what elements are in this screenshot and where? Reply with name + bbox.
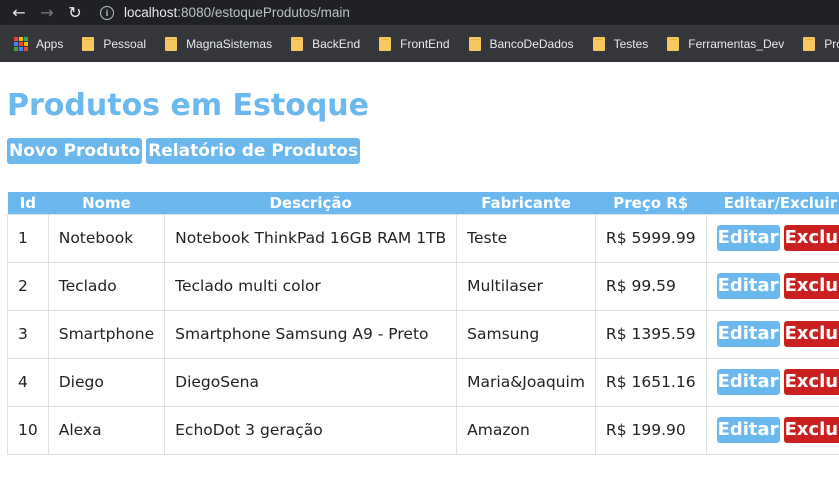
- cell-fabricante: Samsung: [456, 309, 596, 359]
- table-row: 3 Smartphone Smartphone Samsung A9 - Pre…: [7, 309, 839, 359]
- bookmark-pessoal[interactable]: Pessoal: [82, 36, 147, 51]
- delete-button[interactable]: Excluir: [783, 225, 839, 251]
- url-path: :8080/estoqueProdutos/main: [177, 5, 350, 20]
- cell-nome: Diego: [47, 357, 166, 407]
- cell-descricao: EchoDot 3 geração: [164, 405, 458, 455]
- cell-id: 1: [7, 213, 49, 263]
- address-bar[interactable]: i localhost :8080/estoqueProdutos/main: [100, 1, 831, 25]
- product-report-button[interactable]: Relatório de Produtos: [146, 138, 361, 164]
- bookmark-frontend[interactable]: FrontEnd: [379, 36, 450, 51]
- bookmark-apps[interactable]: Apps: [14, 36, 64, 51]
- cell-actions: EditarExcluir: [705, 213, 839, 263]
- bookmark-magnasistemas[interactable]: MagnaSistemas: [165, 36, 273, 51]
- cell-fabricante: Maria&Joaquim: [456, 357, 596, 407]
- bookmark-label: Testes: [613, 36, 649, 51]
- cell-id: 3: [7, 309, 49, 359]
- header-descricao: Descrição: [269, 193, 352, 212]
- delete-button[interactable]: Excluir: [783, 273, 839, 299]
- cell-fabricante: Multilaser: [456, 261, 596, 311]
- edit-button[interactable]: Editar: [716, 225, 780, 251]
- cell-nome: Teclado: [47, 261, 166, 311]
- bookmark-bancodedados[interactable]: BancoDeDados: [468, 36, 574, 51]
- folder-icon: [165, 36, 178, 51]
- new-product-button[interactable]: Novo Produto: [7, 138, 143, 164]
- header-id: Id: [19, 193, 37, 212]
- delete-button[interactable]: Excluir: [783, 369, 839, 395]
- apps-grid-icon: [14, 36, 28, 51]
- cell-nome: Notebook: [47, 213, 166, 263]
- bookmark-backend[interactable]: BackEnd: [291, 36, 361, 51]
- products-table: Id Nome Descrição Fabricante Preço R$ Ed…: [7, 192, 839, 455]
- cell-descricao: Teclado multi color: [164, 261, 458, 311]
- table-row: 4 Diego DiegoSena Maria&Joaquim R$ 1651.…: [7, 357, 839, 407]
- bookmark-label: Ferramentas_Dev: [688, 36, 785, 51]
- cell-preco: R$ 1395.59: [594, 309, 707, 359]
- cell-fabricante: Amazon: [456, 405, 596, 455]
- delete-button[interactable]: Excluir: [783, 321, 839, 347]
- cell-actions: EditarExcluir: [705, 309, 839, 359]
- bookmark-label: Apps: [36, 36, 64, 51]
- folder-icon: [667, 36, 680, 51]
- bookmark-label: BackEnd: [312, 36, 361, 51]
- cell-preco: R$ 5999.99: [594, 213, 707, 263]
- folder-icon: [592, 36, 605, 51]
- bookmark-label: MagnaSistemas: [186, 36, 273, 51]
- top-actions: Novo Produto Relatório de Produtos: [7, 138, 839, 164]
- page-title: Produtos em Estoque: [7, 88, 370, 123]
- page-content: Produtos em Estoque Novo Produto Relatór…: [0, 88, 839, 455]
- cell-id: 4: [7, 357, 49, 407]
- delete-button[interactable]: Excluir: [783, 417, 839, 443]
- table-header-row: Id Nome Descrição Fabricante Preço R$ Ed…: [7, 192, 839, 214]
- cell-id: 10: [7, 405, 49, 455]
- bookmark-label: FrontEnd: [400, 36, 450, 51]
- cell-actions: EditarExcluir: [705, 261, 839, 311]
- bookmark-label: Pessoal: [103, 36, 147, 51]
- cell-actions: EditarExcluir: [705, 405, 839, 455]
- cell-preco: R$ 199.90: [594, 405, 707, 455]
- cell-actions: EditarExcluir: [705, 357, 839, 407]
- info-icon[interactable]: i: [100, 5, 114, 20]
- header-fabricante: Fabricante: [481, 193, 571, 212]
- folder-icon: [379, 36, 392, 51]
- table-row: 1 Notebook Notebook ThinkPad 16GB RAM 1T…: [7, 213, 839, 263]
- cell-nome: Smartphone: [47, 309, 166, 359]
- edit-button[interactable]: Editar: [716, 321, 780, 347]
- folder-icon: [291, 36, 304, 51]
- bookmark-label: BancoDeDados: [489, 36, 574, 51]
- bookmarks-bar: Apps Pessoal MagnaSistemas BackEnd Front…: [0, 25, 839, 62]
- cell-fabricante: Teste: [456, 213, 596, 263]
- back-arrow-icon[interactable]: ←: [8, 2, 30, 24]
- cell-descricao: DiegoSena: [164, 357, 458, 407]
- url-host: localhost: [124, 5, 178, 20]
- cell-nome: Alexa: [47, 405, 166, 455]
- edit-button[interactable]: Editar: [716, 417, 780, 443]
- folder-icon: [803, 36, 816, 51]
- bookmark-testes[interactable]: Testes: [592, 36, 649, 51]
- folder-icon: [468, 36, 481, 51]
- bookmark-ferramentas-dev[interactable]: Ferramentas_Dev: [667, 36, 785, 51]
- cell-descricao: Notebook ThinkPad 16GB RAM 1TB: [164, 213, 458, 263]
- cell-preco: R$ 1651.16: [594, 357, 707, 407]
- browser-toolbar: ← → ↻ i localhost :8080/estoqueProdutos/…: [0, 0, 839, 25]
- edit-button[interactable]: Editar: [716, 273, 780, 299]
- header-acoes: Editar/Excluir: [723, 193, 838, 212]
- bookmark-label: Projeto: [824, 36, 839, 51]
- header-preco: Preço R$: [613, 193, 689, 212]
- edit-button[interactable]: Editar: [716, 369, 780, 395]
- table-row: 10 Alexa EchoDot 3 geração Amazon R$ 199…: [7, 405, 839, 455]
- forward-arrow-icon[interactable]: →: [36, 2, 58, 24]
- reload-icon[interactable]: ↻: [64, 2, 86, 24]
- cell-preco: R$ 99.59: [594, 261, 707, 311]
- table-row: 2 Teclado Teclado multi color Multilaser…: [7, 261, 839, 311]
- bookmark-projeto[interactable]: Projeto: [803, 36, 839, 51]
- cell-descricao: Smartphone Samsung A9 - Preto: [164, 309, 458, 359]
- folder-icon: [82, 36, 95, 51]
- header-nome: Nome: [82, 193, 131, 212]
- cell-id: 2: [7, 261, 49, 311]
